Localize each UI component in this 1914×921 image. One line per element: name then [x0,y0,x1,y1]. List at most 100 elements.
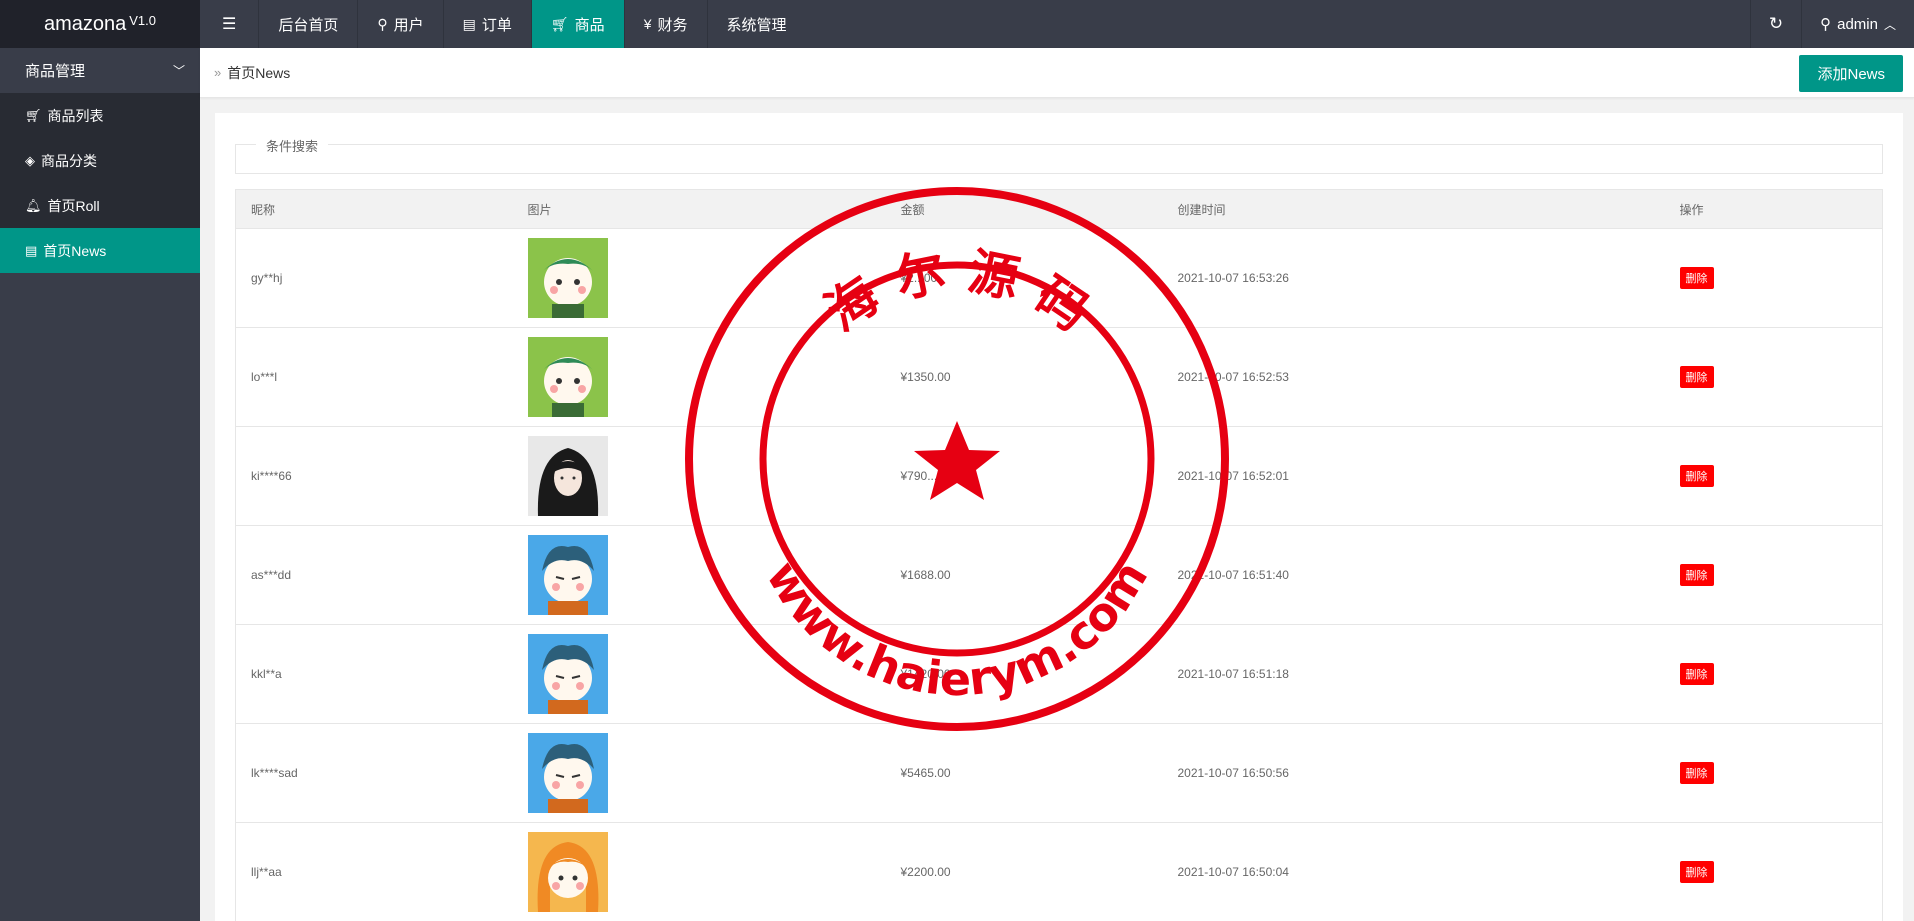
avatar[interactable] [527,238,886,318]
nav-orders-label: 订单 [481,16,512,34]
cell-amount: ¥1688.00 [900,568,951,582]
layers-icon: ◈ [25,152,35,168]
nav-products-label: 商品 [574,16,605,34]
cell-actions: 删除 [1665,823,1883,921]
sidebar-item-label: 商品分类 [41,152,97,169]
nav-finance[interactable]: ¥ 财务 [625,0,708,48]
refresh-icon: ↻ [1768,14,1784,33]
cell-nickname: llj**aa [251,865,282,879]
content-card: 条件搜索 昵称 图片 金额 创建时间 操作 gy**hj ¥2...00 2021-… [215,113,1903,921]
cell-actions: 删除 [1665,625,1883,724]
cart-icon: 🛒︎ [550,15,569,32]
cell-amount: ¥2...00 [900,271,938,285]
breadcrumb-bar: » 首页News 添加News [200,48,1914,98]
sidebar-group-product-management[interactable]: 商品管理 ﹀ [0,48,200,93]
bell-icon: 🔔︎ [25,197,42,213]
add-news-button[interactable]: 添加News [1799,55,1903,92]
sidebar-item-product-category[interactable]: ◈ 商品分类 [0,138,200,183]
cart-icon: 🛒︎ [25,107,42,123]
table-header-row: 昵称 图片 金额 创建时间 操作 [235,189,1883,229]
sidebar-toggle-button[interactable]: ☰ [200,0,260,48]
document-icon: ▤ [462,15,476,32]
table-row: lo***l ¥1350.00 2021-10-07 16:52:53 删除 [235,328,1883,427]
table-row: kkl**a ¥1420.00 2021-10-07 16:51:18 删除 [235,625,1883,724]
sidebar-item-home-roll[interactable]: 🔔︎ 首页Roll [0,183,200,228]
avatar[interactable] [527,733,886,813]
top-nav: ☰ 后台首页 ⚲ 用户 ▤ 订单 🛒︎ 商品 ¥ 财务 系统管理 [200,0,806,48]
top-right-tools: ↻ ⚲ admin ︿ [1749,0,1914,48]
nav-users-label: 用户 [393,16,424,34]
sidebar-item-label: 首页News [43,242,107,259]
header-actions: 操作 [1664,189,1883,229]
nav-system[interactable]: 系统管理 [708,0,806,48]
avatar[interactable] [527,436,886,516]
header-amount: 金额 [885,189,1163,229]
cell-image [513,427,886,526]
cell-image [513,625,886,724]
cell-amount: ¥5465.00 [900,766,951,780]
nav-orders[interactable]: ▤ 订单 [444,0,532,48]
cell-created-time: 2021-10-07 16:50:56 [1177,766,1289,780]
top-navbar: amazona V1.0 ☰ 后台首页 ⚲ 用户 ▤ 订单 🛒︎ 商品 ¥ 财务 系统管理… [0,0,1914,48]
cell-created-time: 2021-10-07 16:51:40 [1177,568,1289,582]
avatar[interactable] [527,634,886,714]
sidebar-item-product-list[interactable]: 🛒︎ 商品列表 [0,93,200,138]
cell-actions: 删除 [1665,229,1883,328]
delete-button[interactable]: 删除 [1679,762,1714,784]
delete-button[interactable]: 删除 [1679,564,1714,586]
delete-button[interactable]: 删除 [1679,663,1714,685]
user-icon: ⚲ [1820,16,1832,33]
cell-amount: ¥1350.00 [900,370,951,384]
cell-created-time: 2021-10-07 16:52:53 [1177,370,1289,384]
chevron-up-icon: ︿ [1883,17,1896,32]
cell-image [513,328,886,427]
table-row: ki****66 ¥790... 2021-10-07 16:52:01 删除 [235,427,1883,526]
refresh-button[interactable]: ↻ [1749,0,1801,48]
cell-nickname: kkl**a [251,667,282,681]
user-icon: ⚲ [377,15,388,32]
header-created-time: 创建时间 [1162,189,1665,229]
header-nickname: 昵称 [235,189,513,229]
delete-button[interactable]: 删除 [1679,465,1714,487]
double-chevron-right-icon: » [214,65,222,80]
app-logo[interactable]: amazona V1.0 [0,0,200,48]
nav-users[interactable]: ⚲ 用户 [358,0,444,48]
menu-icon: ☰ [222,16,237,33]
cell-created-time: 2021-10-07 16:53:26 [1177,271,1289,285]
cell-actions: 删除 [1665,427,1883,526]
delete-button[interactable]: 删除 [1679,861,1714,883]
cell-actions: 删除 [1665,724,1883,823]
sidebar-item-label: 商品列表 [47,107,104,124]
nav-home-label: 后台首页 [278,16,339,34]
chevron-down-icon: ﹀ [172,64,185,78]
table-row: llj**aa ¥2200.00 2021-10-07 16:50:04 删除 [235,823,1883,921]
sidebar-item-home-news[interactable]: ▤ 首页News [0,228,200,273]
cell-amount: ¥1420.00 [900,667,951,681]
sidebar-group-label: 商品管理 [25,63,86,80]
cell-actions: 删除 [1665,526,1883,625]
nav-system-label: 系统管理 [726,16,787,34]
avatar[interactable] [527,535,886,615]
cell-actions: 删除 [1665,328,1883,427]
breadcrumb-current[interactable]: 首页News [227,63,290,83]
cell-amount: ¥790... [900,469,938,483]
cell-image [513,229,886,328]
avatar[interactable] [527,337,886,417]
search-legend: 条件搜索 [256,136,329,155]
app-name: amazona [43,12,127,35]
cell-nickname: lk****sad [251,766,298,780]
delete-button[interactable]: 删除 [1679,267,1714,289]
table-row: gy**hj ¥2...00 2021-10-07 16:53:26 删除 [235,229,1883,328]
nav-home[interactable]: 后台首页 [259,0,359,48]
cell-nickname: as***dd [251,568,292,582]
nav-products[interactable]: 🛒︎ 商品 [531,0,625,48]
cell-nickname: gy**hj [251,271,283,285]
nav-finance-label: 财务 [657,16,688,34]
avatar[interactable] [527,832,886,912]
table-row: lk****sad ¥5465.00 2021-10-07 16:50:56 删除 [235,724,1883,823]
cell-nickname: lo***l [251,370,278,384]
delete-button[interactable]: 删除 [1679,366,1714,388]
table-row: as***dd ¥1688.00 2021-10-07 16:51:40 删除 [235,526,1883,625]
cell-image [513,823,886,921]
user-menu[interactable]: ⚲ admin ︿ [1801,0,1914,48]
